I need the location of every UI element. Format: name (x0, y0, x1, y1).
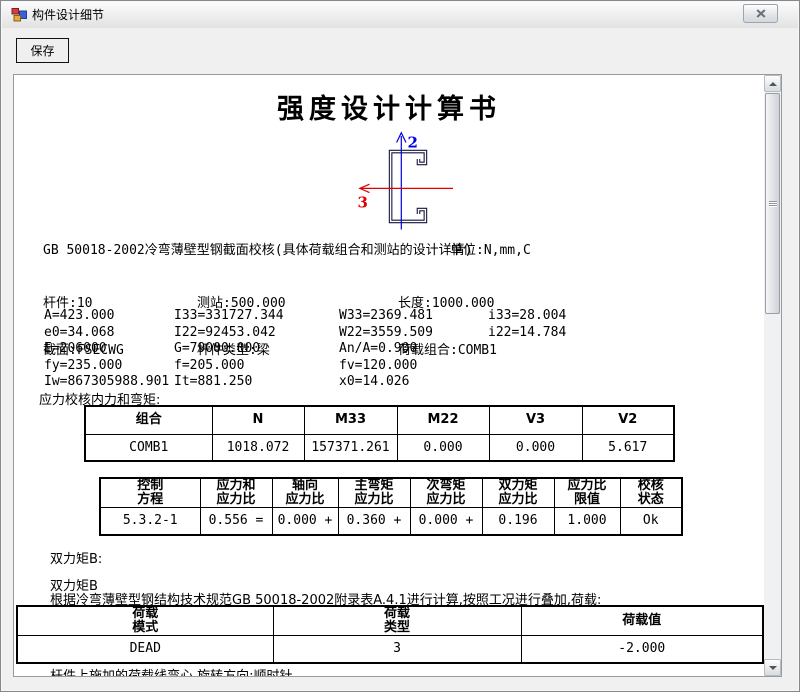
prop-value: I33=331727.344 (174, 308, 339, 325)
col-header: 荷载 类型 (273, 606, 521, 636)
stress-check-table: 控制 方程 应力和 应力比 轴向 应力比 主弯矩 应力比 次弯矩 应力比 双力矩… (99, 477, 683, 536)
prop-value: It=881.250 (174, 374, 339, 391)
cell: 1.000 (554, 508, 620, 535)
title-bar[interactable]: 构件设计细节 (2, 2, 798, 28)
triangle-up-icon (769, 82, 777, 86)
cell: 0.556 = (200, 508, 272, 535)
col-header: V3 (489, 406, 582, 434)
close-button[interactable] (743, 4, 778, 23)
prop-value: e0=34.068 (44, 325, 174, 342)
cell: 0.000 + (410, 508, 482, 535)
section-figure: 2 3 (344, 129, 474, 241)
col-header: 双力矩 应力比 (482, 478, 554, 508)
col-header: N (212, 406, 304, 434)
col-header: 次弯矩 应力比 (410, 478, 482, 508)
app-icon (11, 7, 27, 23)
table-header-row: 荷载 模式 荷载 类型 荷载值 (17, 606, 763, 636)
scroll-up-button[interactable] (764, 75, 781, 92)
cell: 0.000 + (272, 508, 338, 535)
col-header: 主弯矩 应力比 (338, 478, 410, 508)
scroll-down-button[interactable] (764, 659, 781, 676)
col-header: 校核 状态 (620, 478, 682, 508)
prop-value: f=205.000 (174, 358, 339, 375)
units-label: 单位:N,mm,C (450, 239, 531, 258)
table-header-row: 控制 方程 应力和 应力比 轴向 应力比 主弯矩 应力比 次弯矩 应力比 双力矩… (100, 478, 682, 508)
axis-3-label: 3 (358, 194, 368, 212)
col-header: 应力和 应力比 (200, 478, 272, 508)
table-row: COMB1 1018.072 157371.261 0.000 0.000 5.… (85, 434, 674, 461)
cell: -2.000 (521, 636, 763, 663)
report-document: 强度设计计算书 2 3 GB 50018-2002冷弯薄壁型钢截面校核(具体荷载… (14, 75, 764, 676)
col-header: 荷载值 (521, 606, 763, 636)
prop-value: I22=92453.042 (174, 325, 339, 342)
cell: 5.3.2-1 (100, 508, 200, 535)
close-icon (756, 9, 766, 18)
prop-row: E=206000G=79000.000An/A=0.900 (44, 341, 566, 358)
cell: 3 (273, 636, 521, 663)
axis-2-label: 2 (408, 134, 418, 152)
cell: 5.617 (582, 434, 674, 461)
cell: COMB1 (85, 434, 212, 461)
col-header: 组合 (85, 406, 212, 434)
prop-row: fy=235.000f=205.000fv=120.000 (44, 358, 566, 375)
toolbar: 保存 (2, 28, 798, 74)
col-header: 控制 方程 (100, 478, 200, 508)
prop-value: fy=235.000 (44, 358, 174, 375)
cell: Ok (620, 508, 682, 535)
col-header: 荷载 模式 (17, 606, 273, 636)
prop-value: W33=2369.481 (339, 308, 488, 325)
col-header: 轴向 应力比 (272, 478, 338, 508)
standard-line: GB 50018-2002冷弯薄壁型钢截面校核(具体荷载组合和测站的设计详情) (43, 239, 472, 258)
load-table: 荷载 模式 荷载 类型 荷载值 DEAD 3 -2.000 (16, 605, 764, 664)
col-header: V2 (582, 406, 674, 434)
prop-value: i33=28.004 (488, 308, 566, 325)
window-title: 构件设计细节 (32, 2, 104, 28)
col-header: M22 (397, 406, 489, 434)
table-row: DEAD 3 -2.000 (17, 636, 763, 663)
prop-row: A=423.000I33=331727.344W33=2369.481i33=2… (44, 308, 566, 325)
prop-row: e0=34.068I22=92453.042W22=3559.509i22=14… (44, 325, 566, 342)
prop-value: E=206000 (44, 341, 174, 358)
table-row: 5.3.2-1 0.556 = 0.000 + 0.360 + 0.000 + … (100, 508, 682, 535)
prop-value: An/A=0.900 (339, 341, 488, 358)
cell: 157371.261 (304, 434, 397, 461)
section-properties: A=423.000I33=331727.344W33=2369.481i33=2… (44, 308, 566, 391)
vertical-scrollbar[interactable] (764, 75, 781, 676)
cell: 0.000 (397, 434, 489, 461)
col-header: 应力比 限值 (554, 478, 620, 508)
cell: DEAD (17, 636, 273, 663)
cell: 1018.072 (212, 434, 304, 461)
prop-value: i22=14.784 (488, 325, 566, 342)
cell: 0.000 (489, 434, 582, 461)
prop-value: fv=120.000 (339, 358, 488, 375)
scrollbar-thumb[interactable] (765, 93, 780, 314)
scrollbar-grip-icon (769, 200, 777, 207)
col-header: M33 (304, 406, 397, 434)
prop-value: A=423.000 (44, 308, 174, 325)
cell: 0.196 (482, 508, 554, 535)
table-header-row: 组合 N M33 M22 V3 V2 (85, 406, 674, 434)
footer-note: 杆件上施加的荷载线弯心,旋转方向:顺时针 (50, 665, 293, 676)
save-button[interactable]: 保存 (16, 38, 69, 63)
report-title: 强度设计计算书 (14, 87, 764, 126)
report-panel: 强度设计计算书 2 3 GB 50018-2002冷弯薄壁型钢截面校核(具体荷载… (13, 74, 782, 677)
bimoment-label: 双力矩B: (50, 548, 102, 567)
prop-value: W22=3559.509 (339, 325, 488, 342)
forces-table: 组合 N M33 M22 V3 V2 COMB1 1018.072 157371… (84, 405, 675, 462)
c-section-outline (391, 152, 426, 222)
cell: 0.360 + (338, 508, 410, 535)
prop-value: G=79000.000 (174, 341, 339, 358)
window: 构件设计细节 保存 强度设计计算书 2 3 GB 50018-2002冷弯薄壁型… (0, 0, 800, 692)
triangle-down-icon (769, 666, 777, 670)
prop-value: x0=14.026 (339, 374, 488, 391)
